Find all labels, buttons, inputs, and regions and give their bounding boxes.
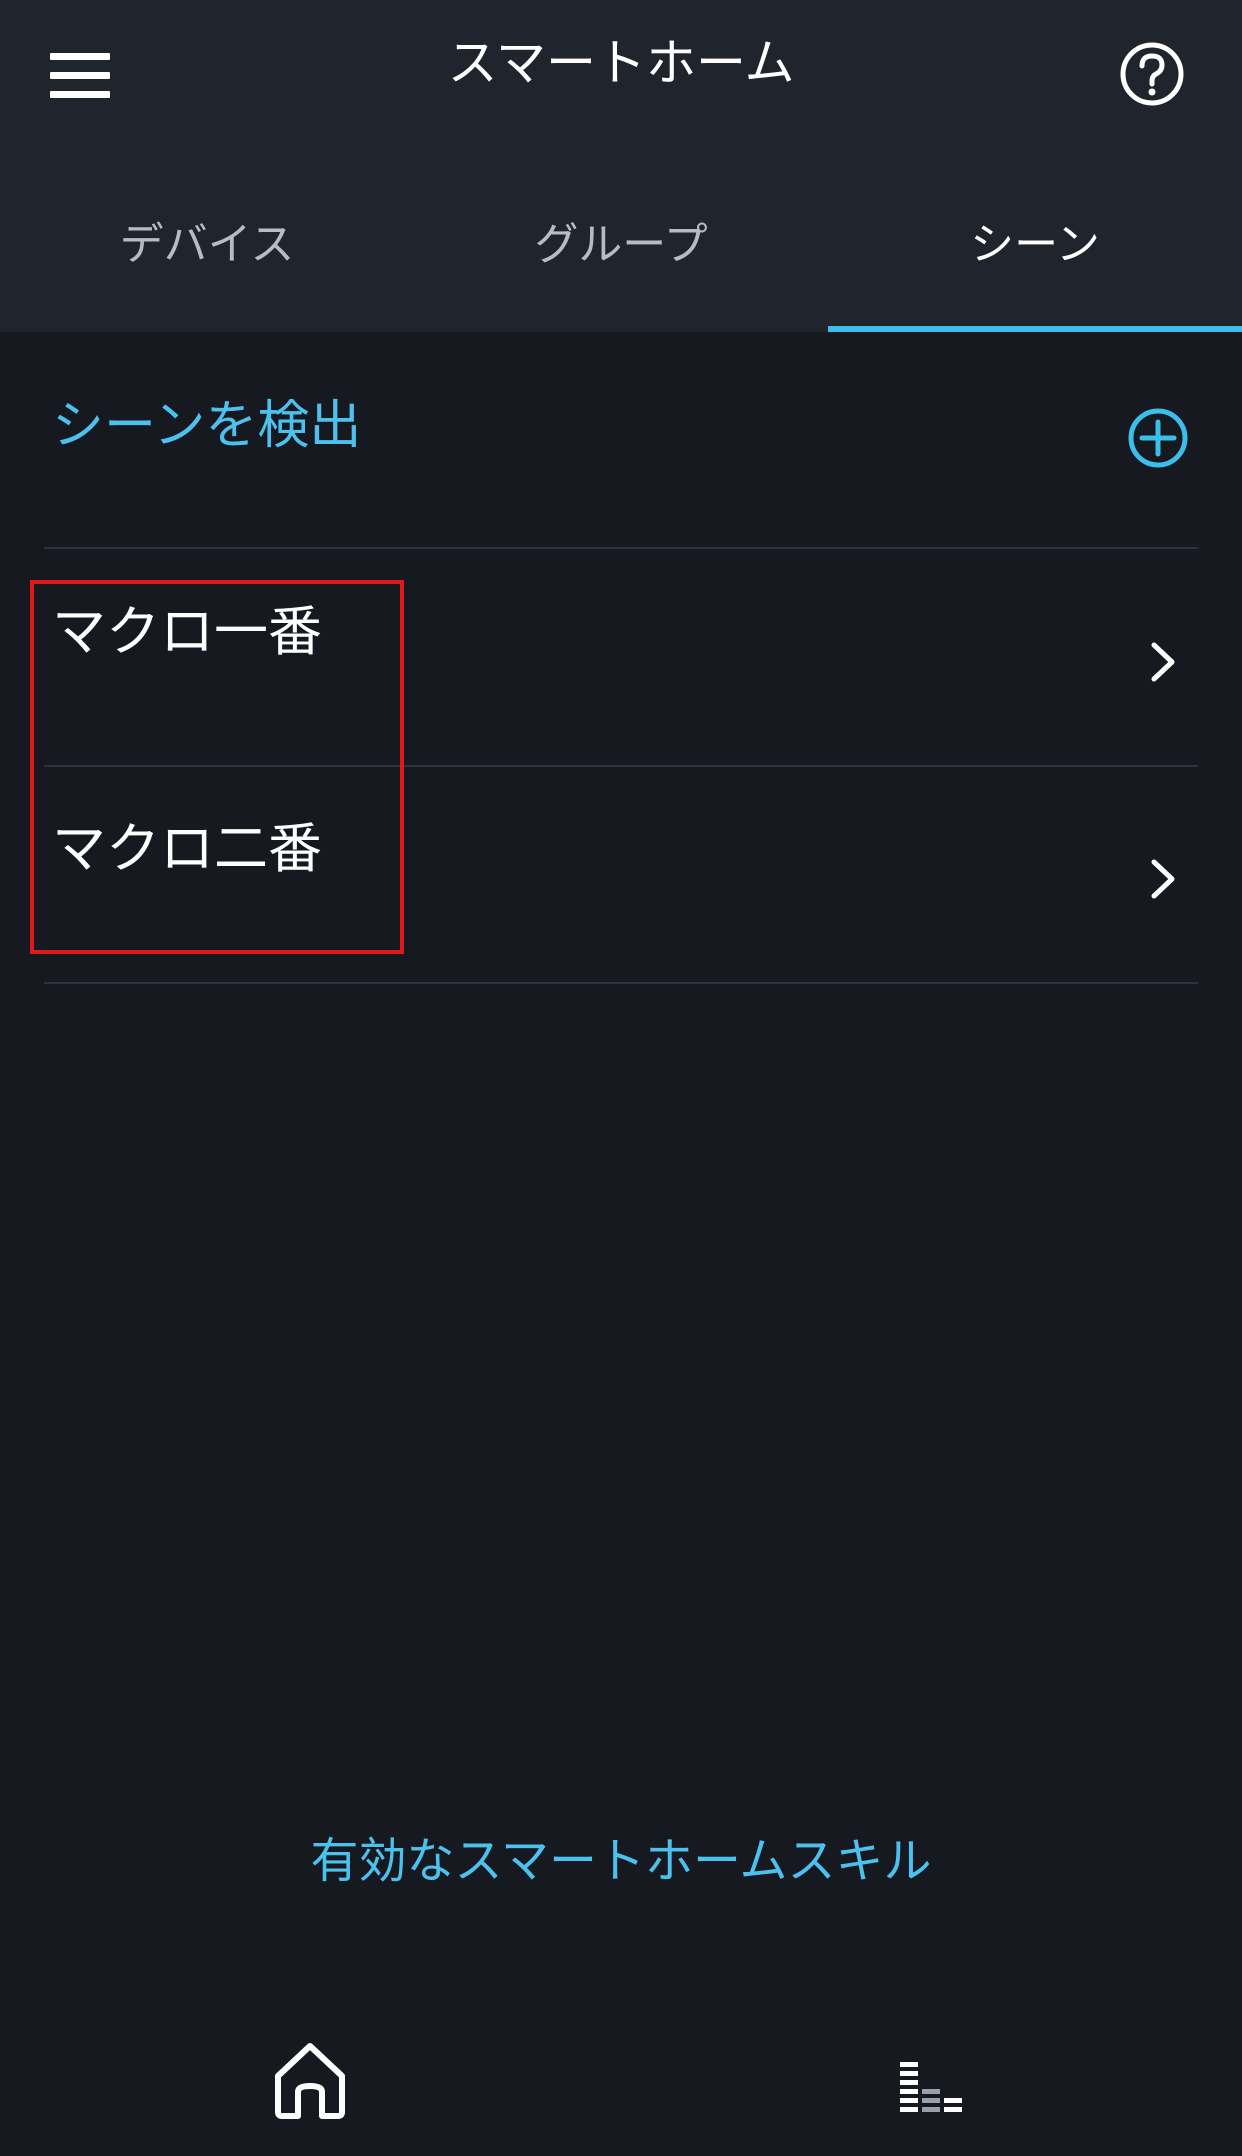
enabled-smart-home-skills-link[interactable]: 有効なスマートホームスキル: [0, 1826, 1242, 1896]
now-playing-bars-icon[interactable]: [898, 2060, 964, 2118]
page-title: スマートホーム: [447, 34, 795, 92]
tab-groups[interactable]: グループ: [414, 200, 828, 332]
chevron-right-icon: [1144, 854, 1184, 904]
bottom-nav: [0, 2020, 1242, 2156]
tab-scenes[interactable]: シーン: [828, 200, 1242, 332]
question-circle-icon[interactable]: [1118, 40, 1186, 108]
tab-bar: デバイス グループ シーン: [0, 200, 1242, 332]
scene-item[interactable]: マクロ二番: [44, 766, 1198, 982]
header: スマートホーム デバイス グループ シーン: [0, 0, 1242, 332]
plus-circle-icon[interactable]: [1126, 406, 1190, 470]
scene-name: マクロ一番: [52, 600, 322, 663]
discover-scenes-row: シーンを検出: [0, 332, 1242, 548]
tab-devices[interactable]: デバイス: [0, 200, 414, 332]
scene-item[interactable]: マクロ一番: [44, 549, 1198, 765]
discover-scenes-link[interactable]: シーンを検出: [52, 390, 361, 462]
home-icon[interactable]: [270, 2040, 350, 2122]
divider: [44, 982, 1198, 984]
smart-home-screen: スマートホーム デバイス グループ シーン シーンを検出 マクロ一番 マクロ二番…: [0, 0, 1242, 2156]
scene-name: マクロ二番: [52, 817, 322, 880]
chevron-right-icon: [1144, 637, 1184, 687]
